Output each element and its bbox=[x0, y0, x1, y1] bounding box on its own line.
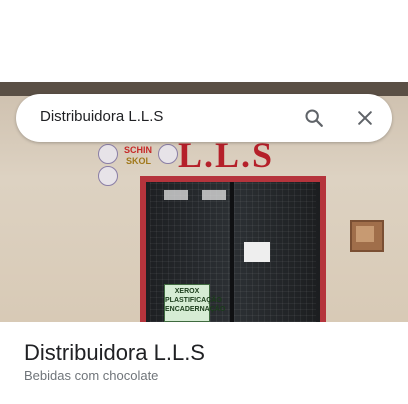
search-icon bbox=[305, 109, 323, 127]
place-category: Bebidas com chocolate bbox=[24, 368, 159, 383]
door-label bbox=[202, 190, 226, 200]
search-bar[interactable]: Distribuidora L.L.S bbox=[16, 94, 392, 142]
sticker-1 bbox=[98, 144, 118, 164]
xerox-sign: XEROX PLASTIFICAÇÃO ENCADERNAÇÃO bbox=[164, 284, 226, 322]
xerox-sign-line: ENCADERNAÇÃO bbox=[165, 306, 226, 313]
wall-box-inner bbox=[356, 226, 374, 242]
close-icon bbox=[358, 111, 372, 125]
sticker-brand-2: SKOL bbox=[126, 156, 152, 166]
door-post bbox=[230, 182, 234, 322]
close-button[interactable] bbox=[351, 104, 379, 132]
door-label bbox=[164, 190, 188, 200]
sticker-3 bbox=[158, 144, 178, 164]
search-input[interactable]: Distribuidora L.L.S bbox=[40, 94, 163, 142]
hanging-sign bbox=[244, 242, 270, 262]
xerox-sign-line: XEROX bbox=[174, 288, 200, 295]
xerox-sign-line: PLASTIFICAÇÃO bbox=[165, 297, 222, 304]
place-title: Distribuidora L.L.S bbox=[24, 340, 205, 365]
sticker-2 bbox=[98, 166, 118, 186]
sticker-brand-1: SCHIN bbox=[124, 145, 153, 155]
search-button[interactable] bbox=[300, 104, 328, 132]
